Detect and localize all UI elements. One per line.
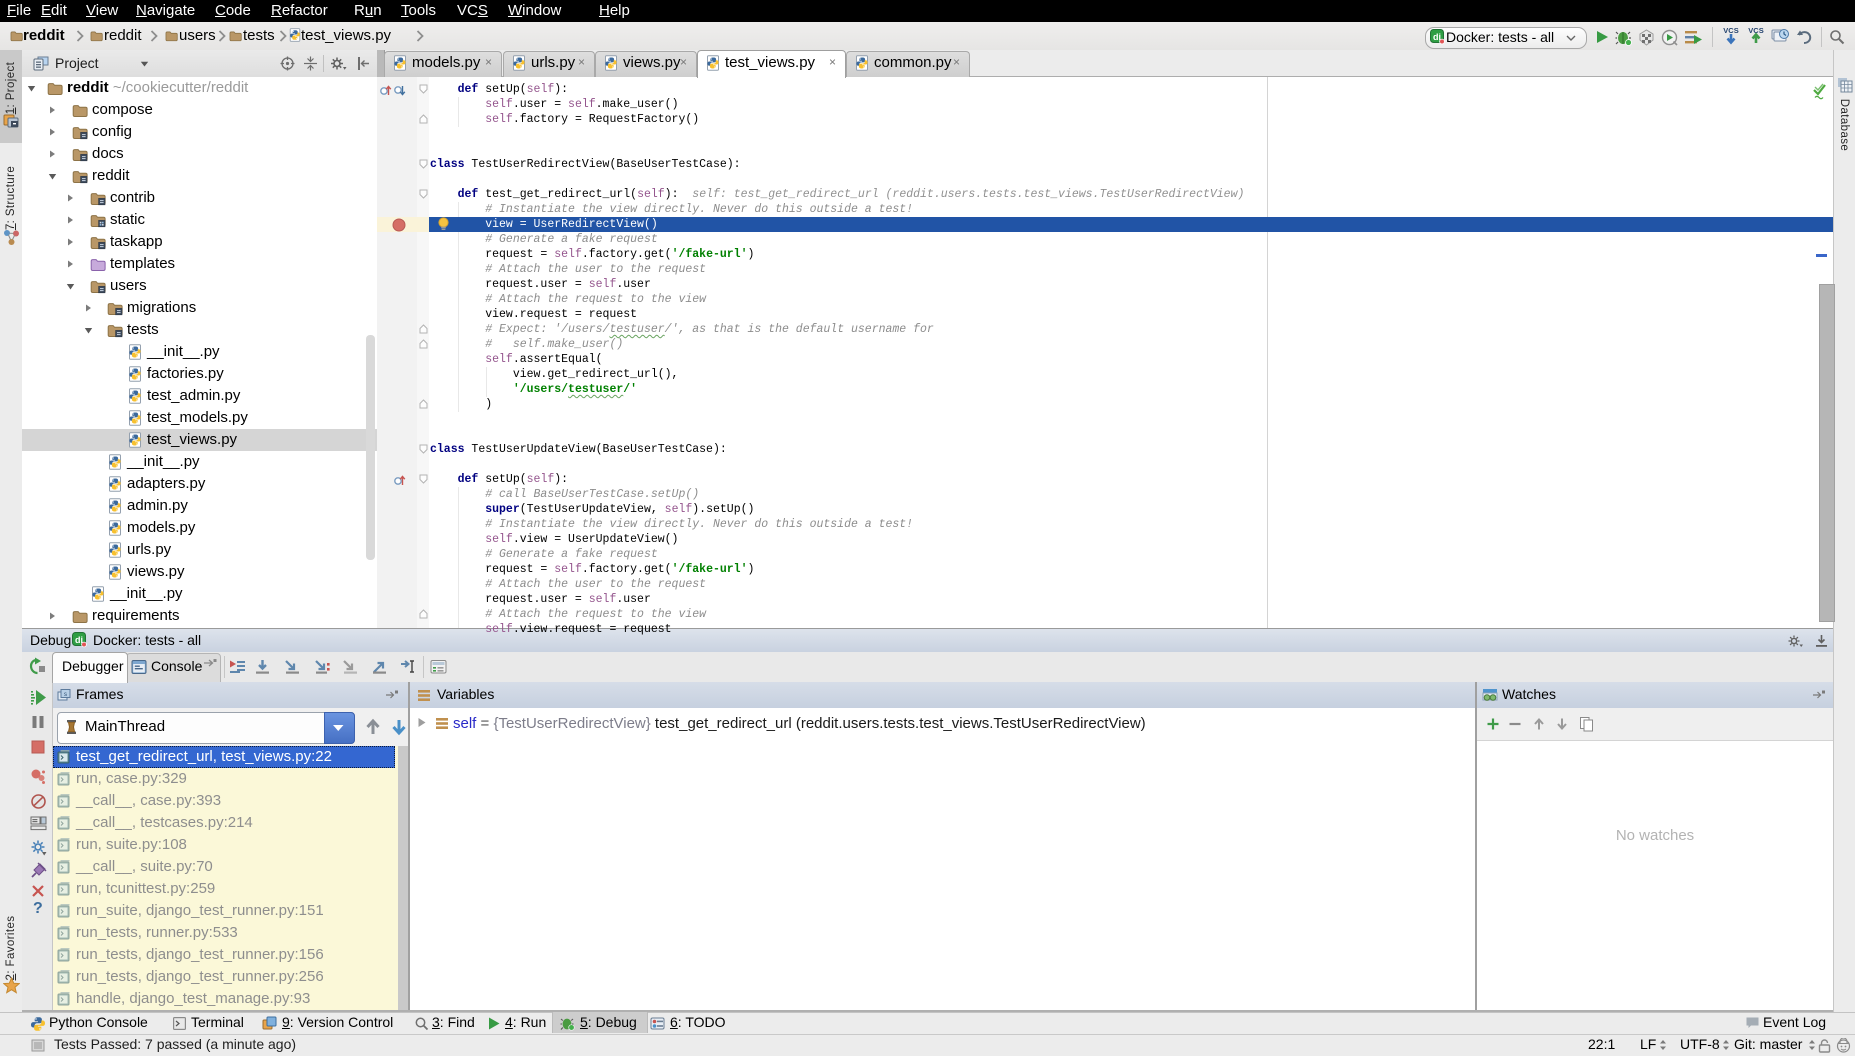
svg-text:s: s [64, 692, 67, 698]
svg-text:VCS: VCS [1723, 26, 1738, 35]
